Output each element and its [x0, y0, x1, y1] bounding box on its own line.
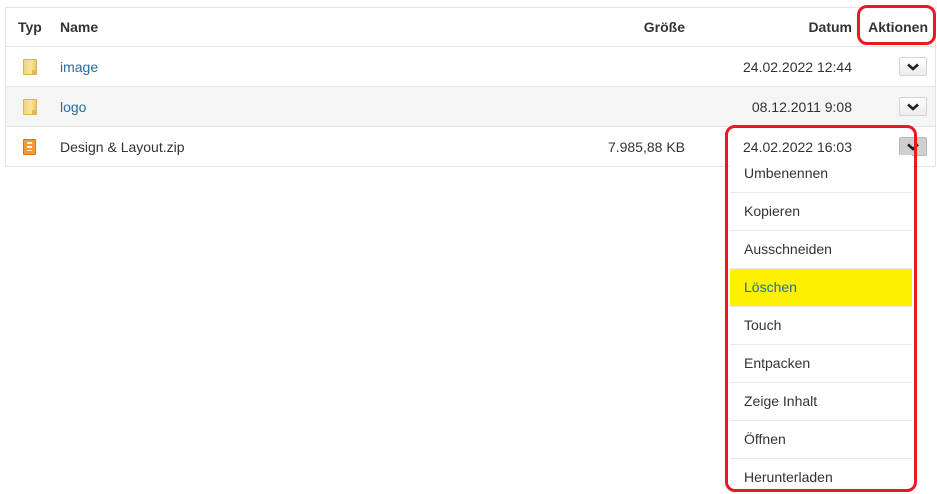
table-row: image 24.02.2022 12:44	[6, 47, 935, 87]
chevron-down-icon	[907, 63, 919, 71]
folder-icon	[23, 58, 37, 75]
file-name-link[interactable]: image	[60, 59, 98, 75]
chevron-down-icon	[907, 103, 919, 111]
menu-item-extract[interactable]: Entpacken	[730, 345, 912, 383]
file-name[interactable]: Design & Layout.zip	[60, 127, 185, 166]
file-date: 24.02.2022 12:44	[743, 58, 852, 75]
table-header: Typ Name Größe Datum Aktionen	[6, 8, 935, 47]
file-name-link[interactable]: logo	[60, 99, 86, 115]
header-actions: Aktionen	[868, 19, 928, 35]
file-size: 7.985,88 KB	[607, 138, 685, 155]
header-date[interactable]: Datum	[808, 8, 852, 46]
menu-item-copy[interactable]: Kopieren	[730, 193, 912, 231]
actions-dropdown-button[interactable]	[899, 97, 927, 116]
table-row: logo 08.12.2011 9:08	[6, 87, 935, 127]
header-size[interactable]: Größe	[644, 8, 685, 46]
header-name[interactable]: Name	[60, 8, 98, 46]
menu-item-touch[interactable]: Touch	[730, 307, 912, 345]
menu-item-delete[interactable]: Löschen	[730, 269, 912, 307]
menu-item-open[interactable]: Öffnen	[730, 421, 912, 459]
actions-dropdown-menu: Umbenennen Kopieren Ausschneiden Löschen…	[730, 155, 912, 494]
header-typ: Typ	[18, 19, 42, 35]
file-table: Typ Name Größe Datum Aktionen image 24.0…	[5, 7, 936, 167]
zip-file-icon	[23, 138, 36, 155]
menu-item-cut[interactable]: Ausschneiden	[730, 231, 912, 269]
chevron-down-icon	[907, 143, 919, 151]
actions-dropdown-button[interactable]	[899, 137, 927, 156]
menu-item-show-content[interactable]: Zeige Inhalt	[730, 383, 912, 421]
menu-item-download[interactable]: Herunterladen	[730, 459, 912, 494]
file-date: 08.12.2011 9:08	[751, 98, 852, 115]
folder-icon	[23, 98, 37, 115]
menu-item-rename[interactable]: Umbenennen	[730, 155, 912, 193]
actions-dropdown-button[interactable]	[899, 57, 927, 76]
